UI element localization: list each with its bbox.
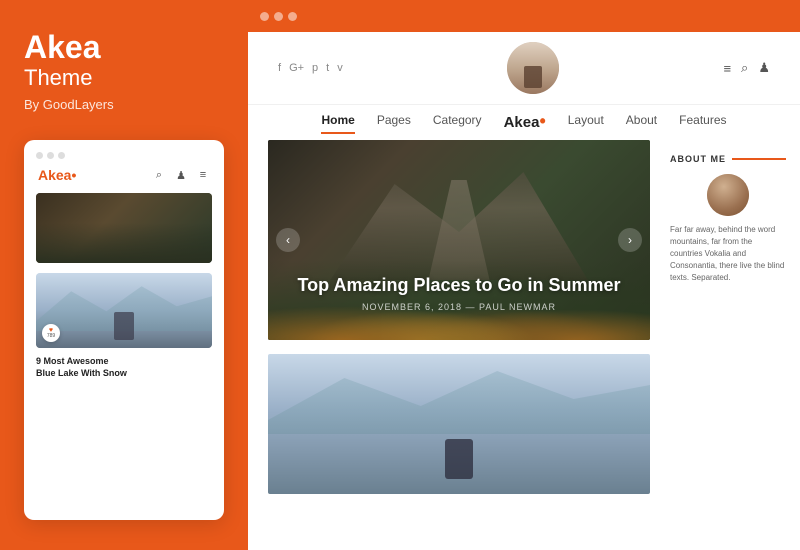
hero-text-block: Top Amazing Places to Go in Summer NOVEM… xyxy=(297,275,620,312)
site-avatar xyxy=(507,42,559,94)
hero-slider: ‹ › Top Amazing Places to Go in Summer N… xyxy=(268,140,650,340)
browser-body: f G+ p t v ≡ ⌕ ♟ Home Pages Categ xyxy=(248,32,800,550)
browser-dot-3 xyxy=(288,12,297,21)
about-me-avatar xyxy=(707,174,749,216)
googleplus-icon[interactable]: G+ xyxy=(289,62,304,74)
mobile-nav: Akea• ⌕ ♟ ≡ xyxy=(36,167,212,183)
site-nav-logo: Akea• xyxy=(504,111,546,132)
mobile-article-card: ♥ 789 xyxy=(36,273,212,348)
nav-item-features[interactable]: Features xyxy=(679,111,726,132)
brand-subtitle: Theme xyxy=(24,65,224,91)
search-icon[interactable]: ⌕ xyxy=(741,60,748,76)
about-me-header: ABOUT ME xyxy=(670,154,786,164)
right-panel: f G+ p t v ≡ ⌕ ♟ Home Pages Categ xyxy=(248,0,800,550)
nav-item-category[interactable]: Category xyxy=(433,111,482,132)
mobile-dot-1 xyxy=(36,152,43,159)
nav-item-about[interactable]: About xyxy=(626,111,657,132)
browser-dots xyxy=(260,12,297,21)
hero-prev-button[interactable]: ‹ xyxy=(276,228,300,252)
about-me-section: ABOUT ME Far far away, behind the word m… xyxy=(670,154,786,284)
lower-person-figure xyxy=(445,439,473,479)
about-avatar-bg xyxy=(707,174,749,216)
header-action-icons: ≡ ⌕ ♟ xyxy=(723,60,770,76)
mobile-search-icon[interactable]: ⌕ xyxy=(152,168,166,182)
vimeo-icon[interactable]: v xyxy=(337,62,343,74)
brand-title: Akea xyxy=(24,30,224,65)
mobile-mockup: Akea• ⌕ ♟ ≡ Top Amazing Places to Go in … xyxy=(24,140,224,520)
hero-meta: NOVEMBER 6, 2018 — PAUL NEWMAR xyxy=(297,302,620,312)
about-me-text: Far far away, behind the word mountains,… xyxy=(670,224,786,284)
site-main: ‹ › Top Amazing Places to Go in Summer N… xyxy=(248,140,800,550)
site-logo-center xyxy=(507,42,559,94)
nav-item-home[interactable]: Home xyxy=(321,111,354,132)
cart-icon[interactable]: ♟ xyxy=(758,60,770,76)
hamburger-icon[interactable]: ≡ xyxy=(723,61,731,76)
twitter-icon[interactable]: t xyxy=(326,62,329,74)
site-content: ‹ › Top Amazing Places to Go in Summer N… xyxy=(248,140,670,550)
left-panel: Akea Theme By GoodLayers Akea• ⌕ ♟ ≡ Top… xyxy=(0,0,248,550)
lower-mountain xyxy=(268,364,650,434)
mobile-hero: Top Amazing Places to Go in Summer NOVEM… xyxy=(36,193,212,263)
hero-next-button[interactable]: › xyxy=(618,228,642,252)
nav-item-layout[interactable]: Layout xyxy=(568,111,604,132)
browser-dot-1 xyxy=(260,12,269,21)
about-me-line xyxy=(732,158,786,160)
avatar-figure xyxy=(524,66,542,88)
mobile-dot-3 xyxy=(58,152,65,159)
brand-by: By GoodLayers xyxy=(24,97,224,112)
browser-dot-2 xyxy=(274,12,283,21)
mobile-nav-icons: ⌕ ♟ ≡ xyxy=(152,168,210,182)
pinterest-icon[interactable]: p xyxy=(312,62,318,74)
hero-title: Top Amazing Places to Go in Summer xyxy=(297,275,620,296)
lower-content xyxy=(268,354,650,494)
mobile-like-count: 789 xyxy=(47,334,55,339)
mobile-browser-dots xyxy=(36,152,212,159)
brand-name: Akea Theme By GoodLayers xyxy=(24,30,224,112)
mobile-person-figure xyxy=(114,312,134,340)
mobile-article-title: 9 Most Awesome Blue Lake With Snow xyxy=(36,356,212,379)
mobile-logo: Akea• xyxy=(38,167,76,183)
site-nav: Home Pages Category Akea• Layout About F… xyxy=(248,105,800,140)
site-header: f G+ p t v ≡ ⌕ ♟ xyxy=(248,32,800,105)
mobile-cart-icon[interactable]: ♟ xyxy=(174,168,188,182)
browser-chrome xyxy=(248,0,800,32)
site-sidebar: ABOUT ME Far far away, behind the word m… xyxy=(670,140,800,550)
mobile-dot-2 xyxy=(47,152,54,159)
lower-article-card xyxy=(268,354,650,494)
social-icons: f G+ p t v xyxy=(278,62,343,74)
nav-item-pages[interactable]: Pages xyxy=(377,111,411,132)
mobile-menu-icon[interactable]: ≡ xyxy=(196,168,210,182)
facebook-icon[interactable]: f xyxy=(278,62,281,74)
